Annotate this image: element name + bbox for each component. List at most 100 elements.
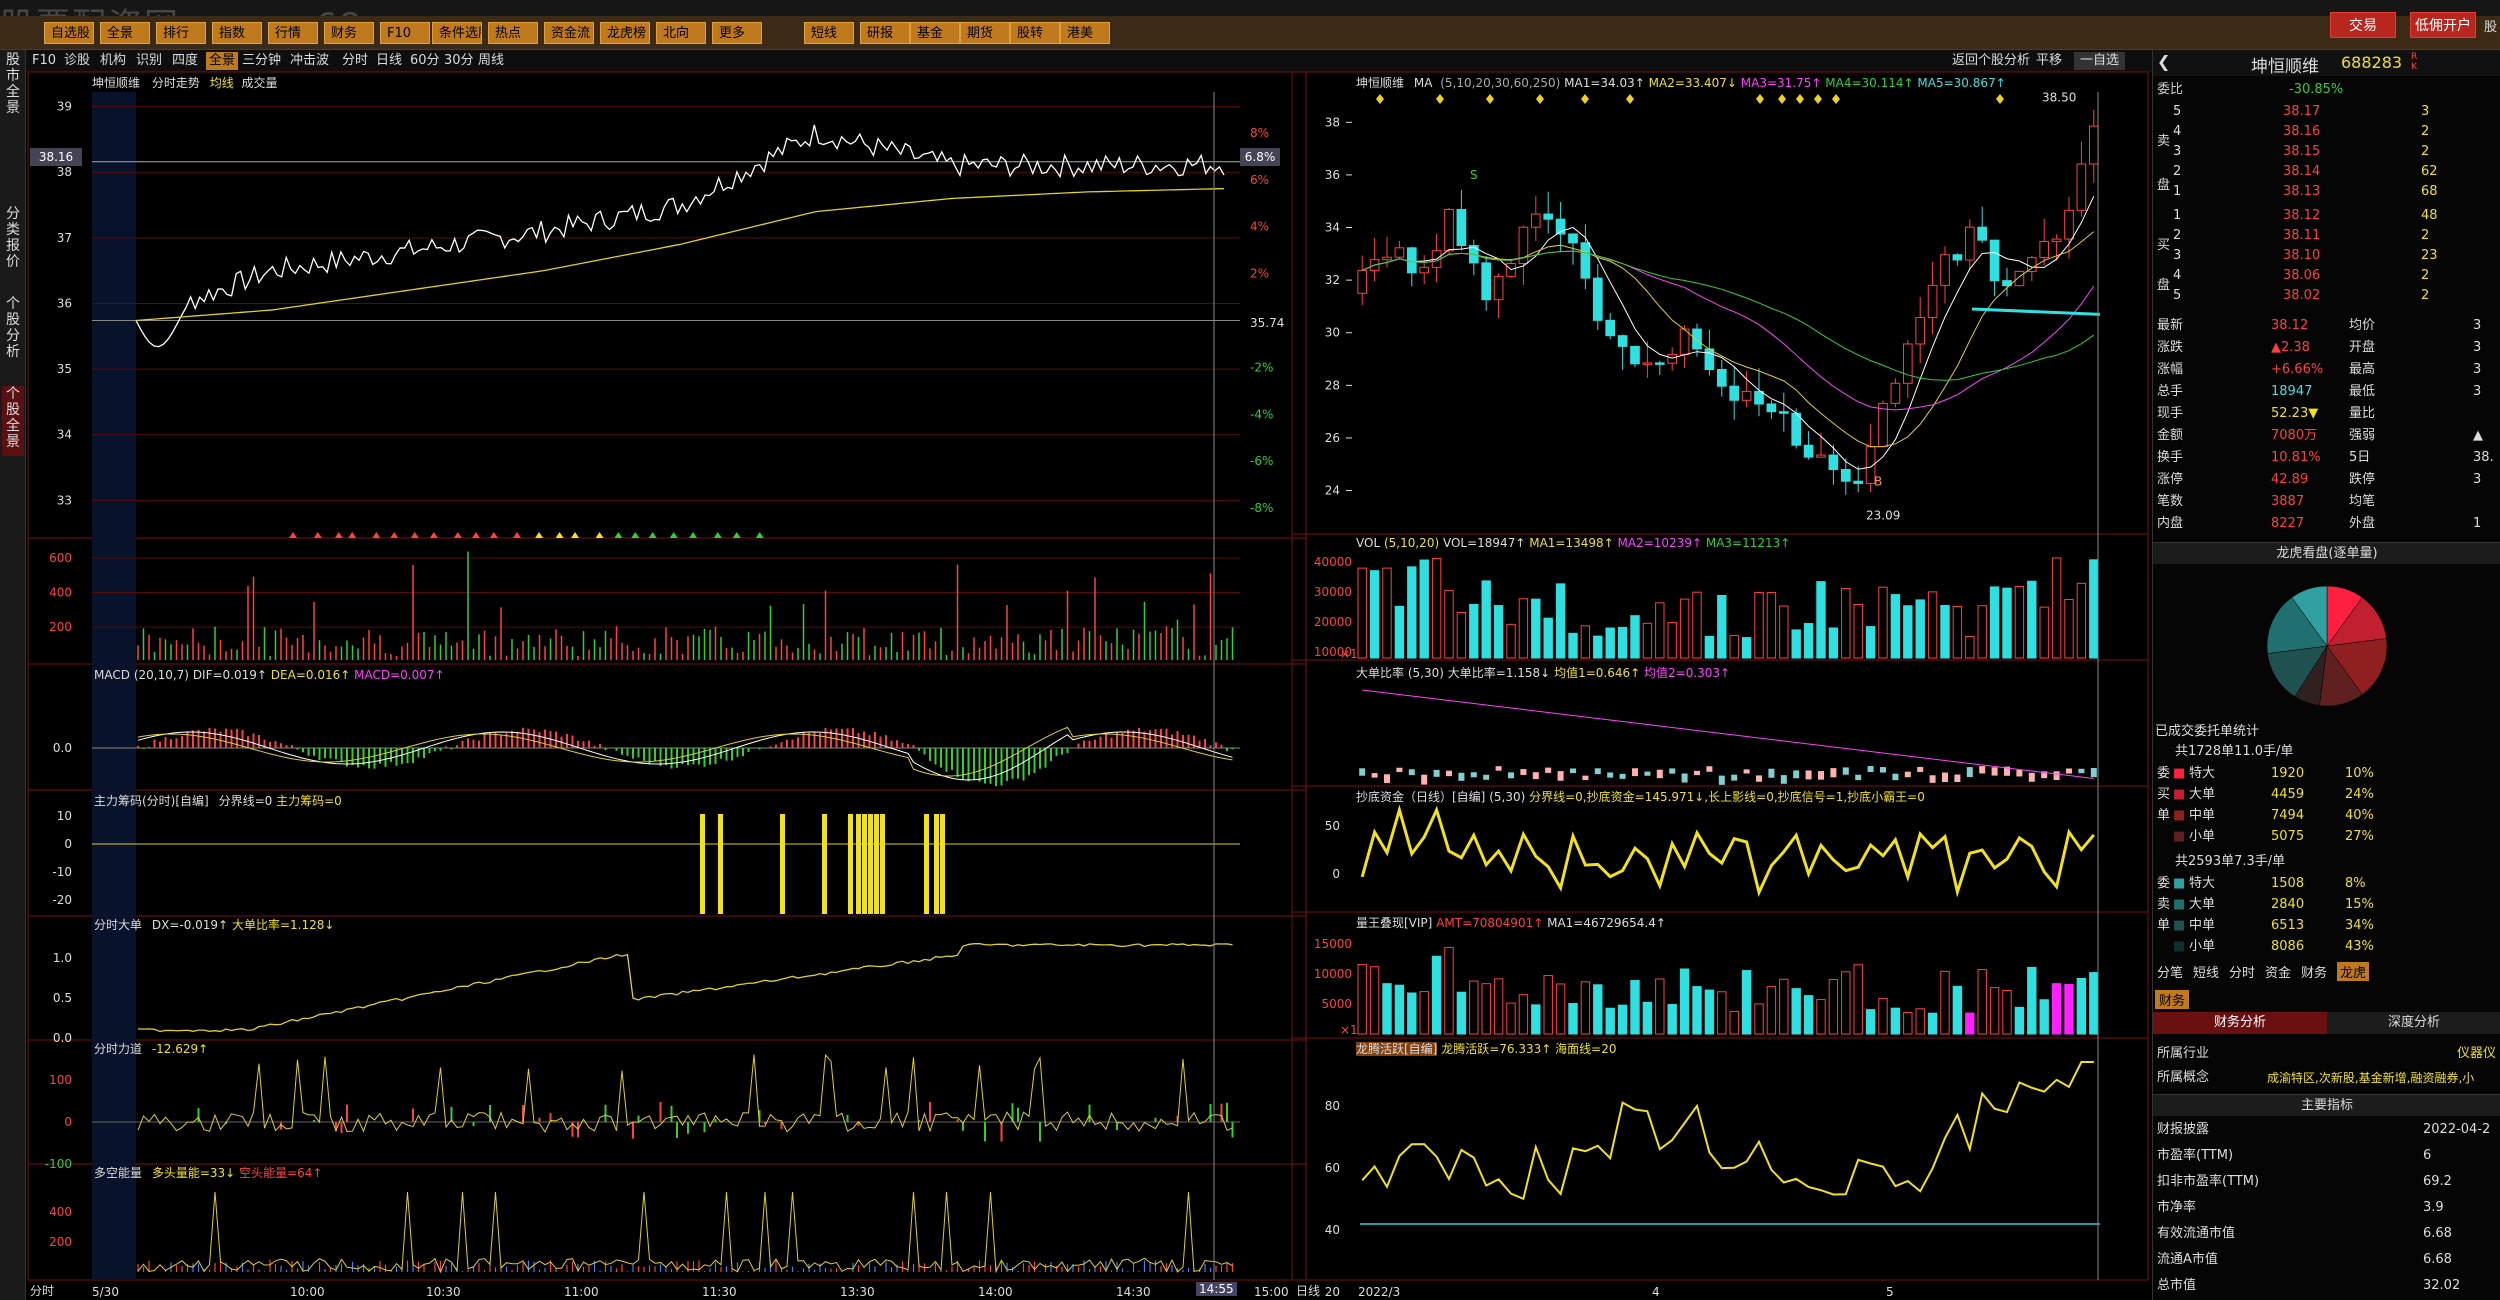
- ma-label[interactable]: MA: [1414, 76, 1433, 90]
- bid-volume: 48: [2421, 208, 2438, 223]
- fin-label: 有效流通市值: [2157, 1226, 2236, 1241]
- kprice-tick: 30: [1325, 326, 1340, 340]
- candle-body: [1543, 213, 1554, 220]
- lw-bar: [1493, 978, 1504, 1035]
- kdd-bar: [1768, 768, 1775, 778]
- zl-bar: [700, 814, 705, 914]
- fl-line: [137, 1053, 1233, 1133]
- stat-label: 换手: [2157, 450, 2184, 465]
- minute-panel-border: [27, 915, 1307, 1041]
- deep-analysis-tab[interactable]: 深度分析: [2327, 1012, 2500, 1034]
- kdd-bar: [1396, 767, 1403, 772]
- fin-analysis-tab[interactable]: 财务分析: [2153, 1012, 2327, 1034]
- dk-name[interactable]: 多空能量: [94, 1166, 142, 1180]
- low-label: 23.09: [1866, 508, 1900, 522]
- macd-name[interactable]: MACD: [94, 668, 130, 682]
- kvol-bar: [1431, 557, 1442, 659]
- time-label: 5/30: [92, 1285, 119, 1299]
- fin-row: 市净率 3.9: [2153, 1198, 2500, 1218]
- vol-name[interactable]: VOL: [1356, 536, 1380, 550]
- chart-area: 393837363534338%6%4%2%-2%-4%-6%-8%600400…: [27, 71, 2149, 1299]
- kdd-bar: [1532, 772, 1539, 780]
- stat-value2: 3: [2473, 384, 2482, 399]
- open-account-button[interactable]: 低佣开户: [2410, 12, 2476, 38]
- signal-marker: [471, 532, 480, 538]
- buy-type: 大单: [2189, 787, 2216, 802]
- more-button[interactable]: 股: [2484, 16, 2497, 35]
- lw-bar: [1667, 1004, 1677, 1035]
- lw-bar: [1841, 971, 1851, 1035]
- kdd-bar: [1582, 775, 1589, 781]
- lw-bar: [1915, 1008, 1925, 1035]
- bottom-tab-4[interactable]: 财务: [2301, 962, 2327, 981]
- bottom-tab-3[interactable]: 资金: [2265, 962, 2291, 981]
- minute-title: 坤恒顺维 分时走势 均线 成交量: [92, 74, 278, 91]
- zl-val: 主力筹码=0: [276, 794, 342, 808]
- buy-row: 买 ■ 大单 4459 24%: [2153, 785, 2500, 805]
- lt-name[interactable]: 龙腾活跃[自编]: [1356, 1042, 1438, 1056]
- kdd-bar: [1805, 770, 1812, 780]
- price-tick: 38: [57, 165, 72, 179]
- buy-vol: 1920: [2271, 766, 2305, 781]
- vol-label: 成交量: [241, 76, 278, 90]
- cd-name[interactable]: 抄底资金（日线）[自编]: [1356, 790, 1485, 804]
- kdd-bar: [1446, 770, 1452, 777]
- trade-button[interactable]: 交易: [2330, 12, 2396, 38]
- lt-title: 龙腾活跃[自编] 龙腾活跃=76.333↑ 海面线=20: [1356, 1040, 1616, 1057]
- bottom-tab-2[interactable]: 分时: [2229, 962, 2255, 981]
- candle-body: [1394, 247, 1405, 258]
- bottom-tab-1[interactable]: 短线: [2193, 962, 2219, 981]
- price-tick: 35: [57, 362, 72, 376]
- bottom-tab-5[interactable]: 龙虎: [2337, 962, 2370, 981]
- stat-label2: 最高: [2349, 362, 2376, 377]
- stat-label2: 跌停: [2349, 472, 2376, 487]
- stat-value: 3887: [2271, 494, 2305, 509]
- kline-footer-label[interactable]: 日线: [1296, 1282, 1320, 1299]
- kvol-bar: [2027, 580, 2037, 659]
- candle-body: [1692, 328, 1702, 350]
- kvol-bar: [1803, 623, 1814, 659]
- ma5: MA5=30.867↑: [1917, 76, 2006, 90]
- stat-row: 涨幅 +6.66% 最高 3: [2153, 360, 2500, 380]
- signal-marker: [689, 532, 698, 538]
- kdd-j2: 均值2=0.303↑: [1644, 666, 1731, 680]
- stat-label2: 均价: [2349, 318, 2376, 333]
- minute-footer-label[interactable]: 分时: [30, 1282, 54, 1299]
- event-marker: [1756, 94, 1764, 104]
- back-arrow-icon[interactable]: ❮: [2157, 52, 2170, 71]
- stat-value: 8227: [2271, 516, 2305, 531]
- stat-value2: ▲: [2473, 428, 2483, 443]
- stat-value: +6.66%: [2271, 362, 2324, 377]
- zl-bar: [822, 814, 827, 914]
- kdd-name[interactable]: 大单比率: [1356, 666, 1404, 680]
- fin-tab[interactable]: 财务: [2155, 990, 2190, 1009]
- kvol-bar: [1630, 615, 1640, 659]
- kvol-bar: [1419, 559, 1429, 659]
- fin-value: 6: [2423, 1148, 2432, 1163]
- stat-label2: 开盘: [2349, 340, 2376, 355]
- candle-body: [1642, 362, 1653, 365]
- kvol-bar: [1555, 583, 1566, 659]
- bottom-tab-0[interactable]: 分笔: [2157, 962, 2183, 981]
- sell-swatch-icon: ■: [2173, 897, 2186, 912]
- price-tick: 34: [57, 428, 72, 442]
- event-marker: [1832, 94, 1840, 104]
- kline-title: 坤恒顺维 MA (5,10,20,30,60,250) MA1=34.03↑ M…: [1356, 74, 2006, 91]
- zl-name[interactable]: 主力筹码(分时)[自编]: [94, 794, 209, 808]
- lw-bar: [1431, 955, 1442, 1035]
- lw-name[interactable]: 量王叠现[VIP]: [1356, 916, 1432, 930]
- price-line: [135, 124, 1225, 348]
- stat-label: 笔数: [2157, 494, 2184, 509]
- lw-bar: [1518, 994, 1529, 1035]
- avg-line-label: 均线: [209, 76, 234, 90]
- fl-name[interactable]: 分时力道: [94, 1042, 142, 1056]
- ma20-line: [1362, 250, 2095, 411]
- kprice-tick: 34: [1325, 221, 1340, 235]
- cd-line: [1360, 804, 2095, 898]
- pct-tick: -8%: [1250, 501, 1273, 515]
- buy-row: 委 ■ 特大 1920 10%: [2153, 764, 2500, 784]
- kdd-bar: [2090, 767, 2097, 778]
- lw-bar: [1543, 975, 1553, 1035]
- dd-name[interactable]: 分时大单: [94, 918, 142, 932]
- current-pct-tag: 6.8%: [1240, 148, 1280, 166]
